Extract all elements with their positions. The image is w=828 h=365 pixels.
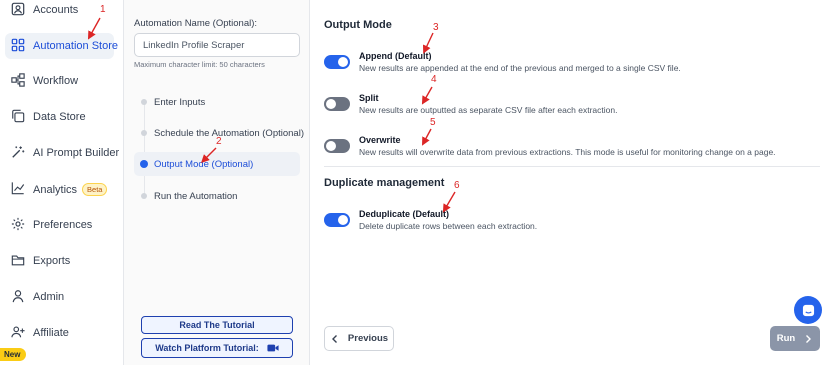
sidebar-item-exports[interactable]: Exports <box>5 248 114 274</box>
steps-connector <box>144 102 145 197</box>
sidebar-item-accounts[interactable]: Accounts <box>5 0 114 23</box>
sidebar: Accounts Automation Store Workflow Data … <box>0 0 124 365</box>
overwrite-toggle[interactable] <box>324 139 350 153</box>
step-dot <box>140 160 148 168</box>
annotation-label: 5 <box>430 117 436 128</box>
annotation-label: 6 <box>454 180 460 191</box>
option-description: New results will overwrite data from pre… <box>359 147 776 157</box>
chat-support-button[interactable] <box>794 296 822 324</box>
option-title: Overwrite <box>359 135 401 145</box>
option-split: Split New results are outputted as separ… <box>324 93 824 123</box>
option-description: New results are appended at the end of t… <box>359 63 681 73</box>
option-deduplicate: Deduplicate (Default) Delete duplicate r… <box>324 209 824 239</box>
user-square-icon <box>11 2 25 16</box>
people-plus-icon <box>11 325 25 339</box>
sidebar-item-automation-store[interactable]: Automation Store <box>5 33 118 59</box>
magic-wand-icon <box>11 145 25 159</box>
previous-button[interactable]: Previous <box>324 326 394 351</box>
chevron-right-icon <box>806 334 812 343</box>
step-dot <box>141 193 147 199</box>
chevron-left-icon <box>331 334 337 343</box>
append-toggle[interactable] <box>324 55 350 69</box>
config-panel: Automation Name (Optional): Maximum char… <box>124 0 310 365</box>
option-title: Split <box>359 93 379 103</box>
new-badge: New <box>0 348 27 361</box>
sidebar-item-workflow[interactable]: Workflow <box>5 68 114 94</box>
sidebar-item-data-store[interactable]: Data Store <box>5 104 114 130</box>
automation-name-hint: Maximum character limit: 50 characters <box>134 60 265 69</box>
step-dot <box>141 99 147 105</box>
watch-tutorial-label: Watch Platform Tutorial: <box>155 343 259 353</box>
split-toggle[interactable] <box>324 97 350 111</box>
copy-icon <box>11 109 25 123</box>
step-dot <box>141 130 147 136</box>
sidebar-item-label: AI Prompt Builder <box>33 147 120 159</box>
step-label: Schedule the Automation (Optional) <box>154 127 304 139</box>
step-label: Enter Inputs <box>154 96 206 108</box>
sidebar-item-label: Automation Store <box>33 40 118 52</box>
step-label: Output Mode (Optional) <box>154 158 254 170</box>
deduplicate-toggle[interactable] <box>324 213 350 227</box>
output-mode-title: Output Mode <box>324 19 392 31</box>
toggle-knob <box>326 99 336 109</box>
sidebar-item-ai-prompt-builder[interactable]: AI Prompt Builder <box>5 140 119 166</box>
sidebar-item-preferences[interactable]: Preferences <box>5 212 114 238</box>
step-run[interactable]: Run the Automation <box>134 185 300 207</box>
read-tutorial-button[interactable]: Read The Tutorial <box>141 316 293 334</box>
option-title: Append (Default) <box>359 51 432 61</box>
workflow-icon <box>11 73 25 87</box>
grid-icon <box>11 38 25 52</box>
automation-name-input[interactable] <box>134 33 300 57</box>
sidebar-item-affiliate[interactable]: Affiliate <box>5 320 114 346</box>
step-enter-inputs[interactable]: Enter Inputs <box>134 91 300 113</box>
sidebar-item-label: Admin <box>33 291 65 303</box>
run-label: Run <box>776 333 796 344</box>
duplicate-management-title: Duplicate management <box>324 177 445 189</box>
video-camera-icon <box>267 344 279 352</box>
toggle-knob <box>338 215 348 225</box>
step-label: Run the Automation <box>154 190 238 202</box>
folder-icon <box>11 253 25 267</box>
sidebar-item-analytics[interactable]: Analytics Beta <box>5 176 114 202</box>
sidebar-item-label: Exports <box>33 255 71 267</box>
annotation-label: 2 <box>216 136 222 147</box>
sidebar-item-admin[interactable]: Admin <box>5 284 114 310</box>
option-title: Deduplicate (Default) <box>359 209 450 219</box>
sidebar-item-label: Data Store <box>33 111 86 123</box>
step-output-mode[interactable]: Output Mode (Optional) <box>134 152 300 176</box>
toggle-knob <box>326 141 336 151</box>
previous-label: Previous <box>347 333 389 344</box>
person-icon <box>11 289 25 303</box>
option-overwrite: Overwrite New results will overwrite dat… <box>324 135 824 165</box>
sidebar-item-label: Affiliate <box>33 327 69 339</box>
read-tutorial-label: Read The Tutorial <box>179 320 255 330</box>
chart-line-icon <box>11 181 25 195</box>
sidebar-item-label: Preferences <box>33 219 93 231</box>
option-description: New results are outputted as separate CS… <box>359 105 618 115</box>
sidebar-item-label: Analytics <box>33 183 78 196</box>
option-description: Delete duplicate rows between each extra… <box>359 221 538 231</box>
run-button[interactable]: Run <box>770 326 820 351</box>
watch-tutorial-button[interactable]: Watch Platform Tutorial: <box>141 338 293 358</box>
main-content: Output Mode Append (Default) New results… <box>310 0 828 365</box>
divider <box>324 166 820 167</box>
annotation-label: 1 <box>100 4 106 15</box>
gear-icon <box>11 217 25 231</box>
annotation-label: 3 <box>433 22 439 33</box>
beta-badge: Beta <box>82 182 108 196</box>
sidebar-item-label: Workflow <box>33 75 79 87</box>
sidebar-item-label: Accounts <box>33 4 79 16</box>
chat-icon <box>802 304 814 316</box>
annotation-label: 4 <box>431 74 437 85</box>
toggle-knob <box>338 57 348 67</box>
automation-name-label: Automation Name (Optional): <box>134 18 258 29</box>
option-append: Append (Default) New results are appende… <box>324 51 824 81</box>
